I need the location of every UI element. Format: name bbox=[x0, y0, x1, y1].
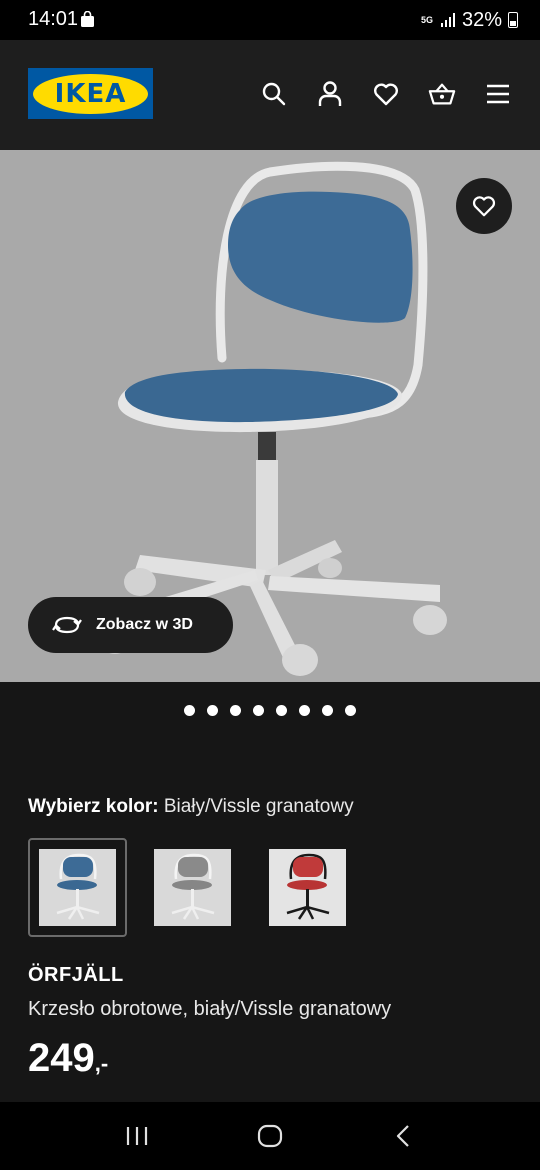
color-selector-label: Wybierz kolor: Biały/Vissle granatowy bbox=[28, 796, 354, 818]
view-3d-label: Zobacz w 3D bbox=[96, 616, 193, 633]
swatch-thumbnail bbox=[269, 849, 346, 926]
color-swatch-grey[interactable] bbox=[143, 838, 242, 937]
search-button[interactable] bbox=[260, 80, 288, 108]
heart-icon bbox=[472, 196, 496, 217]
battery-level: 32% bbox=[461, 8, 502, 31]
pagination-dot[interactable] bbox=[322, 705, 333, 716]
color-swatches bbox=[28, 838, 357, 937]
color-label: Wybierz kolor: bbox=[28, 796, 159, 817]
status-indicators: 5G 32% bbox=[420, 8, 518, 32]
pagination-dot[interactable] bbox=[230, 705, 241, 716]
basket-icon bbox=[428, 83, 456, 105]
battery-icon bbox=[508, 12, 518, 28]
system-nav-bar bbox=[0, 1102, 540, 1170]
back-button[interactable] bbox=[383, 1116, 423, 1156]
back-icon bbox=[397, 1125, 410, 1147]
product-image-gallery[interactable]: Zobacz w 3D bbox=[0, 150, 540, 682]
home-icon bbox=[257, 1124, 283, 1148]
color-swatch-blue[interactable] bbox=[28, 838, 127, 937]
recent-apps-button[interactable] bbox=[117, 1116, 157, 1156]
logo-text: IKEA bbox=[54, 78, 127, 109]
pagination-dot[interactable] bbox=[207, 705, 218, 716]
color-value: Biały/Vissle granatowy bbox=[163, 796, 354, 817]
price-integer: 249 bbox=[28, 1036, 95, 1080]
account-button[interactable] bbox=[316, 80, 344, 108]
pagination-dot[interactable] bbox=[253, 705, 264, 716]
basket-button[interactable] bbox=[428, 80, 456, 108]
site-header: IKEA bbox=[0, 40, 540, 150]
search-icon bbox=[262, 82, 286, 106]
product-description: Krzesło obrotowe, biały/Vissle granatowy bbox=[28, 998, 392, 1020]
shopping-bag-icon bbox=[81, 11, 94, 27]
gallery-pagination bbox=[0, 705, 540, 716]
wishlist-button[interactable] bbox=[372, 80, 400, 108]
add-to-wishlist-button[interactable] bbox=[456, 178, 512, 234]
header-actions bbox=[260, 80, 512, 108]
price-decimal: ,- bbox=[94, 1051, 109, 1076]
swatch-thumbnail bbox=[39, 849, 116, 926]
account-icon bbox=[318, 81, 342, 106]
network-type: 5G bbox=[420, 14, 433, 25]
status-bar: 14:01 5G 32% bbox=[0, 0, 540, 40]
color-swatch-red[interactable] bbox=[258, 838, 357, 937]
pagination-dot[interactable] bbox=[345, 705, 356, 716]
logo-oval: IKEA bbox=[33, 73, 148, 114]
rotate-3d-icon bbox=[52, 616, 82, 634]
menu-icon bbox=[487, 84, 509, 104]
product-name: ÖRFJÄLL bbox=[28, 964, 124, 986]
view-3d-button[interactable]: Zobacz w 3D bbox=[28, 597, 233, 653]
signal-icon bbox=[440, 13, 455, 27]
heart-icon bbox=[374, 83, 398, 106]
status-time: 14:01 bbox=[28, 8, 79, 30]
pagination-dot[interactable] bbox=[276, 705, 287, 716]
swatch-thumbnail bbox=[154, 849, 231, 926]
home-button[interactable] bbox=[250, 1116, 290, 1156]
ikea-logo[interactable]: IKEA bbox=[28, 68, 153, 119]
menu-button[interactable] bbox=[484, 80, 512, 108]
pagination-dot[interactable] bbox=[184, 705, 195, 716]
pagination-dot[interactable] bbox=[299, 705, 310, 716]
product-price: 249 ,- bbox=[28, 1036, 108, 1081]
recent-apps-icon bbox=[126, 1127, 147, 1145]
